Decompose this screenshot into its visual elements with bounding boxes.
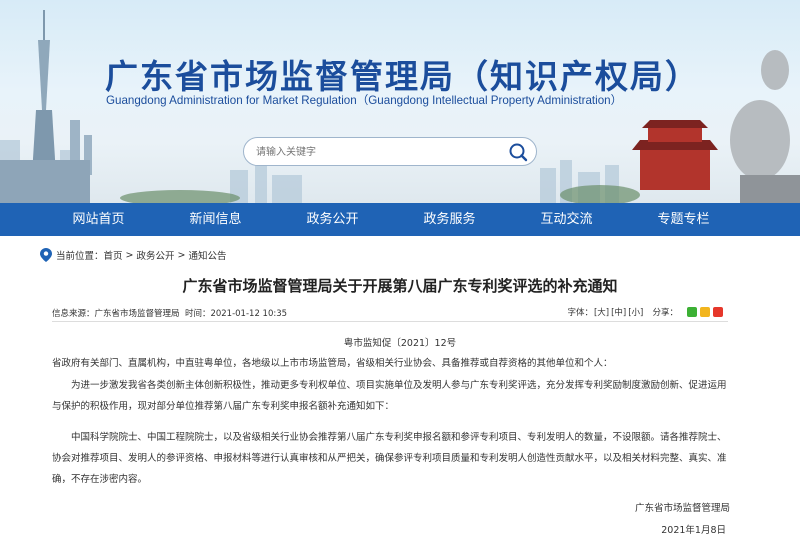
five-goat-statue-icon [730,50,800,203]
main-nav: 网站首页 新闻信息 政务公开 政务服务 互动交流 专题专栏 [0,203,800,236]
nav-item-gov-services[interactable]: 政务服务 [391,203,508,236]
site-banner: 广东省市场监督管理局（知识产权局） Guangdong Administrati… [0,0,800,203]
font-size-small-button[interactable]: [小] [628,306,643,318]
breadcrumb-prefix: 当前位置： [56,251,104,262]
font-size-medium-button[interactable]: [中] [611,306,626,318]
breadcrumb-separator: > [177,249,186,261]
weibo-share-icon[interactable] [713,307,723,317]
article-tools: 字体： [大] [中] [小] 分享： [567,306,723,318]
nav-item-gov-affairs-public[interactable]: 政务公开 [274,203,391,236]
wechat-share-icon[interactable] [687,307,697,317]
qzone-share-icon[interactable] [700,307,710,317]
location-pin-icon [40,248,52,262]
search-icon[interactable] [508,142,528,162]
article-meta: 信息来源：广东省市场监督管理局 时间：2021-01-12 10:35 [52,307,287,319]
meta-time-label: 时间： [184,309,211,319]
font-size-label: 字体： [567,308,593,318]
breadcrumb: 当前位置： 首页 > 政务公开 > 通知公告 [40,247,227,263]
article-signature: 广东省市场监督管理局 [634,503,730,514]
breadcrumb-home[interactable]: 首页 [104,248,123,262]
nav-item-special-topics[interactable]: 专题专栏 [625,203,742,236]
search-box [243,137,537,166]
article-salutation: 省政府有关部门、直属机构，中直驻粤单位，各地级以上市市场监管局，省级相关行业协会… [52,358,613,369]
nav-item-home[interactable]: 网站首页 [40,203,157,236]
site-subtitle: Guangdong Administration for Market Regu… [106,94,623,107]
breadcrumb-notices[interactable]: 通知公告 [188,248,226,262]
meta-divider [52,321,728,322]
share-icons [684,307,723,317]
document-number: 粤市监知促〔2021〕12号 [343,338,457,349]
nav-item-news[interactable]: 新闻信息 [157,203,274,236]
font-size-large-button[interactable]: [大] [594,306,609,318]
canton-tower-icon [32,10,56,175]
meta-source: 广东省市场监督管理局 [94,309,180,319]
meta-time: 2021-01-12 10:35 [210,309,288,319]
article-paragraph: 为进一步激发我省各类创新主体创新积极性，推动更多专利权单位、项目实施单位及发明人… [52,380,727,412]
search-input[interactable] [256,144,496,160]
nav-item-interaction[interactable]: 互动交流 [508,203,625,236]
meta-source-label: 信息来源： [52,309,95,319]
share-label: 分享： [652,308,678,318]
article-title: 广东省市场监督管理局关于开展第八届广东专利奖评选的补充通知 [182,277,618,295]
article-paragraph: 中国科学院院士、中国工程院院士，以及省级相关行业协会推荐第八届广东专利奖申报名额… [52,432,727,485]
article-date: 2021年1月8日 [661,525,726,536]
site-title: 广东省市场监督管理局（知识产权局） [105,57,700,96]
breadcrumb-gov-affairs[interactable]: 政务公开 [137,248,175,262]
breadcrumb-separator: > [125,249,134,261]
zhenhai-tower-icon [632,120,718,190]
